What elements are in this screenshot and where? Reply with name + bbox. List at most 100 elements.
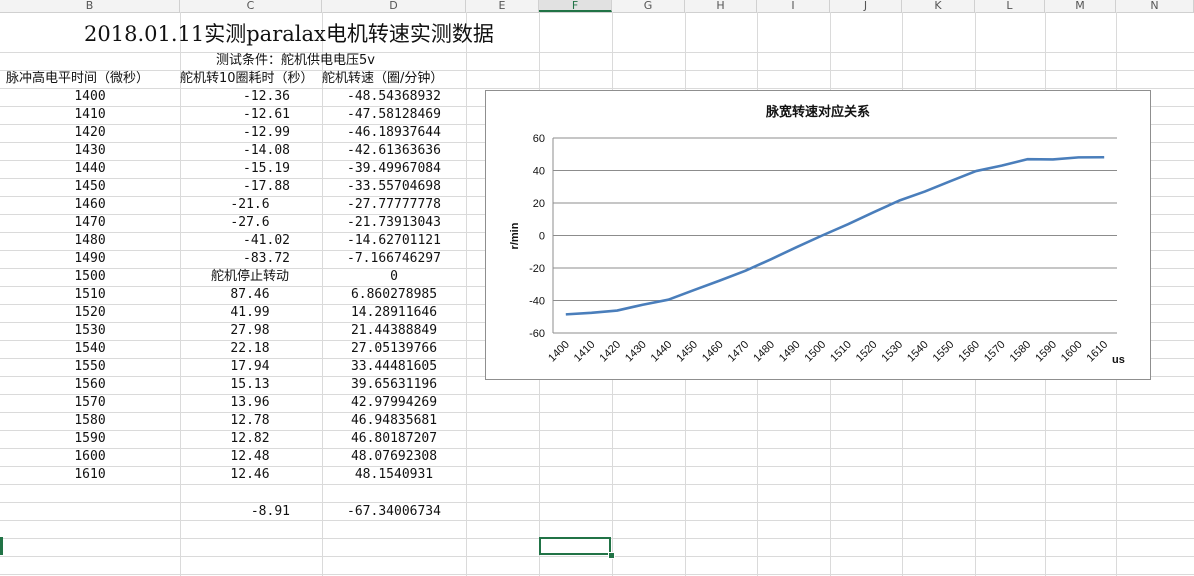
- x-tick-label: 1490: [777, 339, 803, 365]
- pulse-width-cell[interactable]: 1460: [0, 196, 180, 214]
- x-tick-label: 1540: [905, 339, 931, 365]
- column-header-i[interactable]: I: [757, 0, 830, 12]
- speed-cell[interactable]: 46.94835681: [322, 412, 466, 430]
- pulse-width-cell[interactable]: 1590: [0, 430, 180, 448]
- speed-cell[interactable]: 33.44481605: [322, 358, 466, 376]
- time-cell[interactable]: 41.99: [180, 304, 320, 322]
- line-chart[interactable]: 脉宽转速对应关系 60 40 20 0 -20 -40 -60 1400 1410 1420 143…: [485, 90, 1151, 380]
- spreadsheet-grid[interactable]: BCDEFGHIJKLMN 2018.01.11实测paralax电机转速实测数…: [0, 0, 1194, 576]
- pulse-width-cell[interactable]: 1540: [0, 340, 180, 358]
- speed-cell[interactable]: 0: [322, 268, 466, 286]
- header-time-per-10-rev[interactable]: 舵机转10圈耗时（秒）: [180, 70, 321, 88]
- time-cell[interactable]: 13.96: [180, 394, 320, 412]
- pulse-width-cell[interactable]: 1530: [0, 322, 180, 340]
- speed-cell[interactable]: -7.166746297: [322, 250, 466, 268]
- selected-cell[interactable]: [539, 537, 611, 555]
- column-header-g[interactable]: G: [612, 0, 685, 12]
- speed-cell[interactable]: -46.18937644: [322, 124, 466, 142]
- pulse-width-cell[interactable]: 1520: [0, 304, 180, 322]
- column-header-e[interactable]: E: [466, 0, 539, 12]
- speed-cell[interactable]: 42.97994269: [322, 394, 466, 412]
- speed-cell[interactable]: -21.73913043: [322, 214, 466, 232]
- pulse-width-cell[interactable]: 1450: [0, 178, 180, 196]
- fill-handle[interactable]: [608, 552, 615, 559]
- pulse-width-cell[interactable]: 1580: [0, 412, 180, 430]
- pulse-width-cell[interactable]: 1610: [0, 466, 180, 484]
- speed-cell[interactable]: 39.65631196: [322, 376, 466, 394]
- x-tick-label: 1470: [726, 339, 752, 365]
- time-cell[interactable]: -12.61: [180, 106, 290, 124]
- time-cell[interactable]: -17.88: [180, 178, 290, 196]
- time-cell[interactable]: -21.6: [180, 196, 320, 214]
- time-cell[interactable]: 87.46: [180, 286, 320, 304]
- speed-cell[interactable]: 21.44388849: [322, 322, 466, 340]
- time-cell[interactable]: -41.02: [180, 232, 290, 250]
- pulse-width-cell[interactable]: 1570: [0, 394, 180, 412]
- pulse-width-cell[interactable]: 1550: [0, 358, 180, 376]
- header-pulse-width[interactable]: 脉冲高电平时间（微秒）: [6, 70, 180, 88]
- sheet-title[interactable]: 2018.01.11实测paralax电机转速实测数据: [84, 20, 494, 48]
- pulse-width-cell[interactable]: 1400: [0, 88, 180, 106]
- time-cell[interactable]: 22.18: [180, 340, 320, 358]
- speed-cell[interactable]: -47.58128469: [322, 106, 466, 124]
- column-header-j[interactable]: J: [830, 0, 902, 12]
- column-header-l[interactable]: L: [975, 0, 1045, 12]
- speed-cell[interactable]: 27.05139766: [322, 340, 466, 358]
- time-cell[interactable]: -14.08: [180, 142, 290, 160]
- speed-cell[interactable]: 48.07692308: [322, 448, 466, 466]
- column-header-n[interactable]: N: [1116, 0, 1194, 12]
- y-tick-label: -20: [529, 263, 545, 275]
- speed-cell[interactable]: -42.61363636: [322, 142, 466, 160]
- column-header-k[interactable]: K: [902, 0, 975, 12]
- column-header-f[interactable]: F: [539, 0, 612, 12]
- column-header-d[interactable]: D: [322, 0, 466, 12]
- pulse-width-cell[interactable]: 1430: [0, 142, 180, 160]
- time-cell[interactable]: 17.94: [180, 358, 320, 376]
- gridline-horizontal: [0, 52, 1194, 53]
- column-header-b[interactable]: B: [0, 0, 180, 12]
- pulse-width-cell[interactable]: 1470: [0, 214, 180, 232]
- speed-cell[interactable]: -33.55704698: [322, 178, 466, 196]
- extra-speed-cell[interactable]: -67.34006734: [322, 503, 466, 521]
- pulse-width-cell[interactable]: 1480: [0, 232, 180, 250]
- time-cell[interactable]: -83.72: [180, 250, 290, 268]
- pulse-width-cell[interactable]: 1500: [0, 268, 180, 286]
- speed-cell[interactable]: 14.28911646: [322, 304, 466, 322]
- time-cell[interactable]: 15.13: [180, 376, 320, 394]
- speed-cell[interactable]: -27.77777778: [322, 196, 466, 214]
- gridline-horizontal: [0, 574, 1194, 575]
- time-cell[interactable]: 12.82: [180, 430, 320, 448]
- time-cell[interactable]: -27.6: [180, 214, 320, 232]
- time-cell[interactable]: 12.78: [180, 412, 320, 430]
- pulse-width-cell[interactable]: 1420: [0, 124, 180, 142]
- speed-cell[interactable]: 6.860278985: [322, 286, 466, 304]
- speed-cell[interactable]: 48.1540931: [322, 466, 466, 484]
- column-header-h[interactable]: H: [685, 0, 757, 12]
- y-tick-label: 20: [533, 198, 545, 210]
- x-tick-label: 1600: [1059, 339, 1085, 365]
- speed-cell[interactable]: -14.62701121: [322, 232, 466, 250]
- time-cell[interactable]: -12.99: [180, 124, 290, 142]
- time-cell[interactable]: 12.46: [180, 466, 320, 484]
- test-condition[interactable]: 测试条件：舵机供电电压5v: [216, 52, 466, 70]
- pulse-width-cell[interactable]: 1510: [0, 286, 180, 304]
- pulse-width-cell[interactable]: 1410: [0, 106, 180, 124]
- header-speed[interactable]: 舵机转速（圈/分钟）: [322, 70, 466, 88]
- pulse-width-cell[interactable]: 1490: [0, 250, 180, 268]
- x-tick-label: 1550: [931, 339, 957, 365]
- speed-cell[interactable]: 46.80187207: [322, 430, 466, 448]
- x-tick-label: 1450: [674, 339, 700, 365]
- speed-cell[interactable]: -39.49967084: [322, 160, 466, 178]
- pulse-width-cell[interactable]: 1440: [0, 160, 180, 178]
- time-cell[interactable]: -15.19: [180, 160, 290, 178]
- pulse-width-cell[interactable]: 1600: [0, 448, 180, 466]
- column-header-c[interactable]: C: [180, 0, 322, 12]
- time-cell[interactable]: 12.48: [180, 448, 320, 466]
- time-cell[interactable]: -12.36: [180, 88, 290, 106]
- extra-time-cell[interactable]: -8.91: [180, 503, 290, 521]
- time-cell[interactable]: 27.98: [180, 322, 320, 340]
- speed-cell[interactable]: -48.54368932: [322, 88, 466, 106]
- pulse-width-cell[interactable]: 1560: [0, 376, 180, 394]
- column-header-m[interactable]: M: [1045, 0, 1116, 12]
- time-cell[interactable]: 舵机停止转动: [180, 268, 320, 286]
